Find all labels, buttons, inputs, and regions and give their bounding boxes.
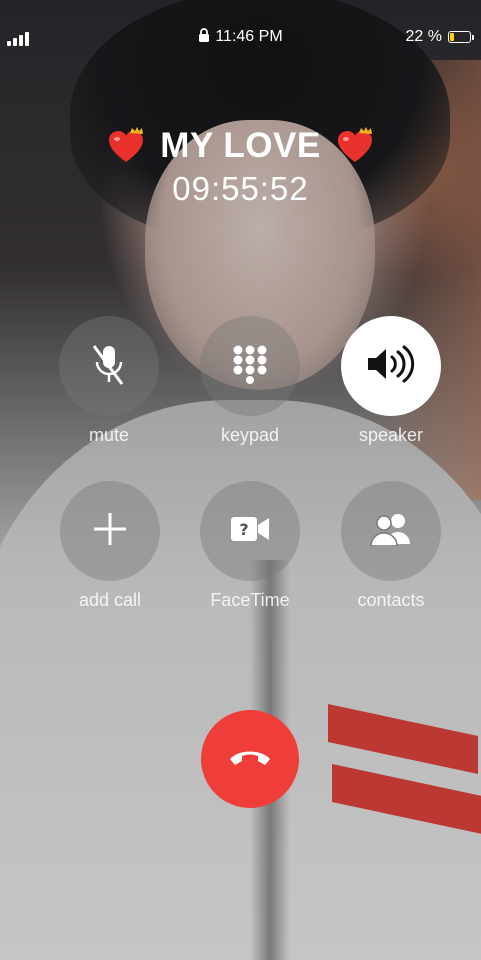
end-call-button[interactable] [201,710,299,808]
contact-name: MY LOVE [160,126,321,165]
battery-icon [448,31,474,43]
phone-hangup-icon [227,747,273,772]
facetime-button[interactable]: ? FaceTime [180,481,320,611]
contacts-icon [366,512,416,551]
speaker-button[interactable]: speaker [321,316,461,446]
caller-info: MY LOVE 09:55:52 [0,126,481,208]
plus-icon [92,511,128,552]
add-call-button[interactable]: add call [40,481,180,611]
heart-crown-icon [106,126,146,166]
mute-label: mute [88,425,130,445]
mute-button[interactable]: mute [39,316,179,446]
call-screen: 11:46 PM 22 % MY LOVE 09:55:52 mute keyp… [0,0,481,960]
add-call-label: add call [78,590,142,610]
microphone-slash-icon [89,342,129,391]
battery-level-fill [450,33,454,41]
lock-icon [198,28,210,47]
facetime-label: FaceTime [210,590,290,610]
heart-crown-icon [335,126,375,166]
keypad-icon [230,344,270,389]
status-time: 11:46 PM [215,28,283,45]
facetime-icon: ? [229,515,271,548]
speaker-label: speaker [358,425,424,445]
battery-percent: 22 % [405,28,442,45]
call-timer: 09:55:52 [172,170,309,207]
keypad-button[interactable]: keypad [180,316,320,446]
contacts-button[interactable]: contacts [321,481,461,611]
svg-text:?: ? [239,520,248,539]
contacts-label: contacts [357,590,425,610]
keypad-label: keypad [220,425,280,445]
speaker-icon [364,344,418,389]
status-bar: 11:46 PM 22 % [0,26,481,52]
